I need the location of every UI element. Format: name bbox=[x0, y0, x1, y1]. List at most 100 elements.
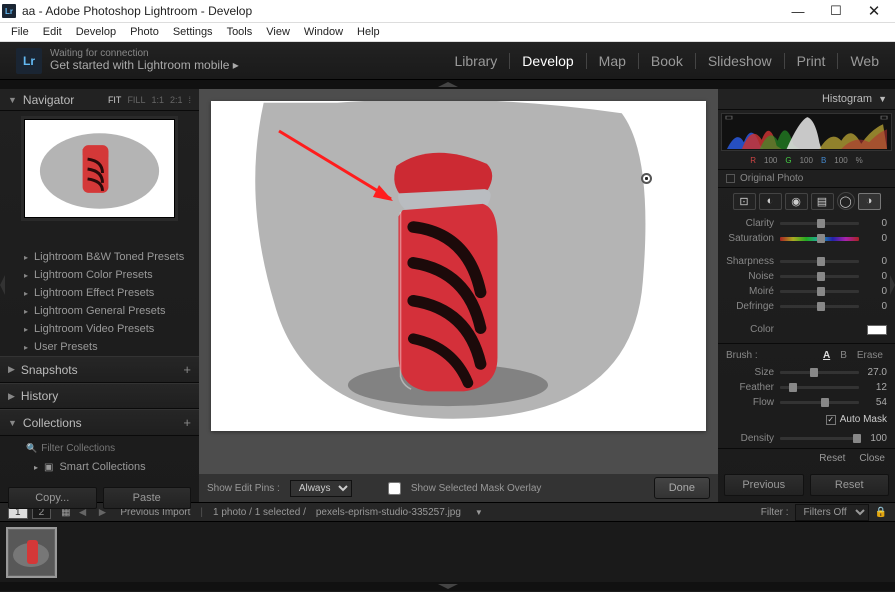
left-panel-toggle[interactable] bbox=[0, 275, 5, 295]
maximize-button[interactable]: ☐ bbox=[817, 0, 855, 22]
menu-tools[interactable]: Tools bbox=[220, 24, 260, 40]
mask-overlay-label: Show Selected Mask Overlay bbox=[411, 483, 542, 494]
close-button[interactable]: ✕ bbox=[855, 0, 893, 22]
histogram-rgb-labels: R100 G100 B100 % bbox=[718, 154, 895, 169]
local-adjustment-tools: ⊡ ◐ ◉ ▤ ◯ ◑ bbox=[718, 188, 895, 214]
filmstrip-thumbnail[interactable] bbox=[8, 529, 55, 576]
menu-window[interactable]: Window bbox=[297, 24, 350, 40]
crop-tool-icon[interactable]: ⊡ bbox=[733, 193, 756, 210]
module-book[interactable]: Book bbox=[639, 53, 696, 69]
saturation-slider[interactable]: Saturation 0 bbox=[726, 231, 887, 246]
preset-color[interactable]: Lightroom Color Presets bbox=[0, 266, 199, 284]
brush-close-link[interactable]: Close bbox=[855, 453, 889, 464]
image-preview[interactable] bbox=[211, 101, 706, 431]
show-edit-pins-label: Show Edit Pins : bbox=[207, 483, 280, 494]
preset-general[interactable]: Lightroom General Presets bbox=[0, 302, 199, 320]
menu-file[interactable]: File bbox=[4, 24, 36, 40]
add-snapshot-button[interactable]: + bbox=[183, 362, 191, 377]
menu-photo[interactable]: Photo bbox=[123, 24, 166, 40]
adjustment-pin[interactable] bbox=[641, 173, 652, 184]
top-panel-toggle[interactable] bbox=[0, 80, 895, 89]
zoom-fit[interactable]: FIT bbox=[108, 95, 122, 105]
menu-edit[interactable]: Edit bbox=[36, 24, 69, 40]
filter-collections-input[interactable]: 🔍 Filter Collections bbox=[26, 440, 191, 457]
module-header: Lr Waiting for connection Get started wi… bbox=[0, 42, 895, 80]
zoom-1-1[interactable]: 1:1 bbox=[151, 95, 164, 105]
copy-button[interactable]: Copy... bbox=[8, 487, 97, 509]
previous-button[interactable]: Previous bbox=[724, 474, 804, 496]
filter-select[interactable]: Filters Off bbox=[795, 504, 869, 521]
mobile-link[interactable]: Get started with Lightroom mobile ▸ bbox=[50, 59, 239, 72]
navigator-thumbnail[interactable] bbox=[24, 119, 175, 218]
histogram-header[interactable]: Histogram ▼ bbox=[718, 89, 895, 110]
reset-button[interactable]: Reset bbox=[810, 474, 890, 496]
module-map[interactable]: Map bbox=[587, 53, 639, 69]
moire-slider[interactable]: Moiré 0 bbox=[726, 284, 887, 299]
noise-slider[interactable]: Noise 0 bbox=[726, 269, 887, 284]
brush-flow-slider[interactable]: Flow 54 bbox=[726, 395, 887, 410]
brush-tool-icon[interactable]: ◑ bbox=[858, 193, 881, 210]
left-panel: ▼ Navigator FIT FILL 1:1 2:1 ⁞ bbox=[0, 89, 199, 502]
menu-view[interactable]: View bbox=[259, 24, 297, 40]
original-photo-row[interactable]: Original Photo bbox=[718, 169, 895, 188]
module-web[interactable]: Web bbox=[838, 53, 879, 69]
preset-bw-toned[interactable]: Lightroom B&W Toned Presets bbox=[0, 248, 199, 266]
preset-user[interactable]: User Presets bbox=[0, 338, 199, 356]
redeye-tool-icon[interactable]: ◉ bbox=[785, 193, 808, 210]
menu-develop[interactable]: Develop bbox=[69, 24, 123, 40]
edit-pins-select[interactable]: Always bbox=[290, 480, 352, 497]
clarity-slider[interactable]: Clarity 0 bbox=[726, 216, 887, 231]
mask-overlay-checkbox[interactable] bbox=[388, 482, 401, 495]
sharpness-slider[interactable]: Sharpness 0 bbox=[726, 254, 887, 269]
brush-b[interactable]: B bbox=[840, 350, 847, 361]
filter-lock-icon[interactable]: 🔒 bbox=[875, 507, 887, 518]
defringe-slider[interactable]: Defringe 0 bbox=[726, 299, 887, 314]
window-title: aa - Adobe Photoshop Lightroom - Develop bbox=[22, 4, 252, 18]
graduated-tool-icon[interactable]: ▤ bbox=[811, 193, 834, 210]
collapse-icon: ▼ bbox=[8, 418, 17, 428]
radial-tool-icon[interactable]: ◯ bbox=[837, 192, 855, 210]
zoom-2-1[interactable]: 2:1 bbox=[170, 95, 183, 105]
module-print[interactable]: Print bbox=[785, 53, 839, 69]
add-collection-button[interactable]: + bbox=[183, 415, 191, 430]
done-button[interactable]: Done bbox=[654, 477, 710, 499]
module-develop[interactable]: Develop bbox=[510, 53, 586, 69]
bottom-panel-toggle[interactable] bbox=[0, 582, 895, 591]
spot-tool-icon[interactable]: ◐ bbox=[759, 193, 782, 210]
breadcrumb-dropdown-icon[interactable]: ▼ bbox=[475, 508, 483, 517]
automask-checkbox[interactable]: ✓ Auto Mask bbox=[718, 412, 895, 429]
preset-effect[interactable]: Lightroom Effect Presets bbox=[0, 284, 199, 302]
module-library[interactable]: Library bbox=[443, 53, 511, 69]
snapshots-section[interactable]: ▶ Snapshots + bbox=[0, 356, 199, 383]
paste-button[interactable]: Paste bbox=[103, 487, 192, 509]
navigator-header[interactable]: ▼ Navigator FIT FILL 1:1 2:1 ⁞ bbox=[0, 89, 199, 111]
collections-section[interactable]: ▼ Collections + bbox=[0, 409, 199, 436]
brush-erase[interactable]: Erase bbox=[857, 350, 883, 361]
menu-help[interactable]: Help bbox=[350, 24, 387, 40]
right-panel: Histogram ▼ R100 G100 B100 bbox=[718, 89, 895, 502]
color-picker-row[interactable]: Color bbox=[726, 322, 887, 337]
brush-a[interactable]: A bbox=[823, 350, 830, 361]
smart-collections[interactable]: ▸ ▣ Smart Collections bbox=[26, 457, 191, 477]
brush-reset-link[interactable]: Reset bbox=[815, 453, 849, 464]
preset-video[interactable]: Lightroom Video Presets bbox=[0, 320, 199, 338]
brush-feather-slider[interactable]: Feather 12 bbox=[726, 380, 887, 395]
minimize-button[interactable]: — bbox=[779, 0, 817, 22]
menu-settings[interactable]: Settings bbox=[166, 24, 220, 40]
brush-density-slider[interactable]: Density 100 bbox=[726, 431, 887, 446]
window-titlebar: Lr aa - Adobe Photoshop Lightroom - Deve… bbox=[0, 0, 895, 23]
right-panel-toggle[interactable] bbox=[890, 275, 895, 295]
brush-size-slider[interactable]: Size 27.0 bbox=[726, 365, 887, 380]
preset-list: Lightroom B&W Toned Presets Lightroom Co… bbox=[0, 248, 199, 356]
menubar: File Edit Develop Photo Settings Tools V… bbox=[0, 23, 895, 42]
expand-icon: ▶ bbox=[8, 364, 15, 375]
zoom-dropdown-icon[interactable]: ⁞ bbox=[188, 95, 191, 105]
filmstrip[interactable] bbox=[0, 522, 895, 582]
photo-count: 1 photo / 1 selected / bbox=[213, 507, 306, 518]
history-section[interactable]: ▶ History bbox=[0, 383, 199, 409]
zoom-fill[interactable]: FILL bbox=[127, 95, 145, 105]
module-slideshow[interactable]: Slideshow bbox=[696, 53, 785, 69]
histogram-chart[interactable] bbox=[721, 113, 892, 151]
color-swatch[interactable] bbox=[867, 325, 887, 335]
search-icon: 🔍 bbox=[26, 443, 37, 454]
